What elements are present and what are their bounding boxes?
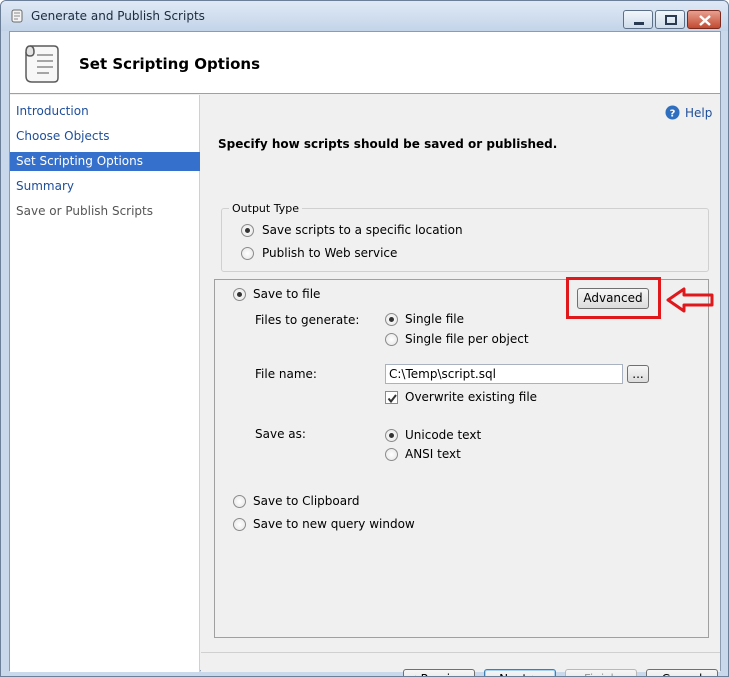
cancel-button[interactable]: Cancel bbox=[646, 669, 718, 676]
page-title: Set Scripting Options bbox=[79, 55, 261, 73]
output-type-title: Output Type bbox=[229, 202, 302, 215]
help-link[interactable]: ? Help bbox=[665, 105, 715, 123]
help-icon: ? bbox=[665, 105, 680, 120]
output-type-group bbox=[221, 208, 709, 272]
ansi-text-radio[interactable] bbox=[385, 448, 398, 461]
save-to-query-window-radio[interactable] bbox=[233, 518, 246, 531]
minimize-icon bbox=[634, 22, 644, 25]
help-label: Help bbox=[685, 106, 713, 120]
annotation-highlight-box bbox=[566, 277, 661, 319]
instruction-text: Specify how scripts should be saved or p… bbox=[218, 137, 558, 151]
save-to-file-radio[interactable] bbox=[233, 288, 246, 301]
nav-item-introduction[interactable]: Introduction bbox=[10, 102, 200, 121]
publish-web-service-label[interactable]: Publish to Web service bbox=[262, 246, 397, 260]
finish-button: Finish bbox=[565, 669, 637, 676]
footer-divider bbox=[201, 652, 720, 653]
file-name-label: File name: bbox=[255, 367, 317, 381]
save-to-location-radio[interactable] bbox=[241, 224, 254, 237]
scroll-icon bbox=[11, 9, 23, 23]
unicode-text-label[interactable]: Unicode text bbox=[405, 428, 481, 442]
single-file-per-object-label[interactable]: Single file per object bbox=[405, 332, 529, 346]
maximize-button[interactable] bbox=[655, 10, 685, 29]
close-icon bbox=[699, 15, 711, 26]
ansi-text-label[interactable]: ANSI text bbox=[405, 447, 461, 461]
save-to-query-window-label[interactable]: Save to new query window bbox=[253, 517, 415, 531]
save-to-location-label[interactable]: Save scripts to a specific location bbox=[262, 223, 463, 237]
content-area: ? Help Specify how scripts should be sav… bbox=[201, 95, 720, 676]
nav-item-set-scripting-options[interactable]: Set Scripting Options bbox=[10, 152, 200, 171]
publish-web-service-radio[interactable] bbox=[241, 247, 254, 260]
overwrite-checkbox[interactable] bbox=[385, 391, 398, 404]
unicode-text-radio[interactable] bbox=[385, 429, 398, 442]
dialog-client-area: Set Scripting Options Introduction Choos… bbox=[9, 31, 721, 676]
save-to-clipboard-radio[interactable] bbox=[233, 495, 246, 508]
save-to-clipboard-label[interactable]: Save to Clipboard bbox=[253, 494, 359, 508]
nav-item-save-or-publish: Save or Publish Scripts bbox=[16, 204, 154, 218]
single-file-label[interactable]: Single file bbox=[405, 312, 464, 326]
minimize-button[interactable] bbox=[623, 10, 653, 29]
single-file-radio[interactable] bbox=[385, 313, 398, 326]
title-bar[interactable]: Generate and Publish Scripts bbox=[1, 1, 728, 31]
browse-button[interactable]: ... bbox=[627, 365, 649, 383]
close-button[interactable] bbox=[687, 10, 721, 29]
maximize-icon bbox=[665, 15, 677, 25]
overwrite-label[interactable]: Overwrite existing file bbox=[405, 390, 537, 404]
page-header: Set Scripting Options bbox=[10, 32, 720, 94]
scroll-icon bbox=[25, 45, 59, 83]
single-file-per-object-radio[interactable] bbox=[385, 333, 398, 346]
nav-item-summary[interactable]: Summary bbox=[10, 177, 200, 196]
save-as-label: Save as: bbox=[255, 427, 306, 441]
files-to-generate-label: Files to generate: bbox=[255, 313, 360, 327]
checkmark-icon bbox=[387, 394, 397, 404]
wizard-steps-nav: Introduction Choose Objects Set Scriptin… bbox=[10, 95, 200, 672]
next-button[interactable]: Next > bbox=[484, 669, 556, 676]
annotation-arrow-icon bbox=[666, 287, 714, 313]
dialog-window: Generate and Publish Scripts Set Scripti… bbox=[0, 0, 729, 677]
svg-text:?: ? bbox=[670, 109, 676, 120]
save-to-file-label[interactable]: Save to file bbox=[253, 287, 320, 301]
window-title: Generate and Publish Scripts bbox=[31, 9, 205, 23]
file-name-input[interactable] bbox=[385, 364, 623, 384]
previous-button[interactable]: < Previous bbox=[403, 669, 475, 676]
nav-item-choose-objects[interactable]: Choose Objects bbox=[10, 127, 200, 146]
